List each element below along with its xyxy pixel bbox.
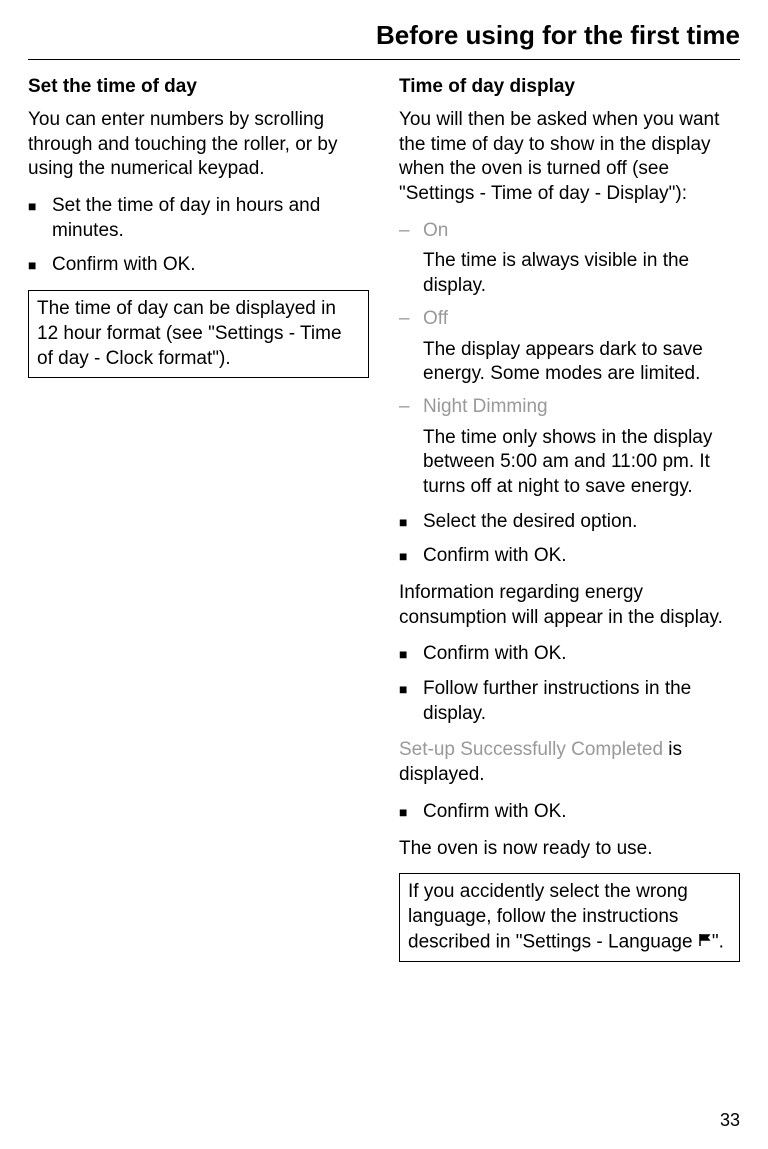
- display-options: On The time is always visible in the dis…: [399, 219, 740, 500]
- option-night-label: Night Dimming: [423, 395, 740, 420]
- step-confirm-3: Confirm with OK.: [399, 800, 740, 825]
- setup-complete-gray: Set-up Successfully Completed: [399, 739, 663, 760]
- left-note-box: The time of day can be displayed in 12 h…: [28, 290, 369, 378]
- language-note-post: ".: [712, 931, 724, 952]
- step-confirm-1: Confirm with OK.: [399, 544, 740, 569]
- option-off-body: The display appears dark to save energy.…: [423, 338, 740, 387]
- language-note-box: If you accidently select the wrong langu…: [399, 873, 740, 961]
- right-steps-1: Select the desired option. Confirm with …: [399, 510, 740, 569]
- energy-info: Information regarding energy consumption…: [399, 581, 740, 630]
- option-off-label: Off: [423, 307, 740, 332]
- content-columns: Set the time of day You can enter number…: [28, 76, 740, 974]
- left-steps: Set the time of day in hours and minutes…: [28, 194, 369, 278]
- left-step-1: Set the time of day in hours and minutes…: [28, 194, 369, 243]
- step-follow: Follow further instructions in the displ…: [399, 677, 740, 726]
- page-number: 33: [720, 1110, 740, 1131]
- option-off: Off The display appears dark to save ene…: [399, 307, 740, 387]
- right-steps-2: Confirm with OK. Follow further instruct…: [399, 642, 740, 726]
- right-steps-3: Confirm with OK.: [399, 800, 740, 825]
- right-intro: You will then be asked when you want the…: [399, 108, 740, 207]
- option-on-label: On: [423, 219, 740, 244]
- left-column: Set the time of day You can enter number…: [28, 76, 369, 974]
- divider: [28, 59, 740, 60]
- flag-icon: [698, 930, 712, 955]
- right-column: Time of day display You will then be ask…: [399, 76, 740, 974]
- oven-ready: The oven is now ready to use.: [399, 837, 740, 862]
- page-title: Before using for the first time: [28, 20, 740, 51]
- left-heading: Set the time of day: [28, 76, 369, 98]
- setup-complete-msg: Set-up Successfully Completed is display…: [399, 738, 740, 787]
- right-heading: Time of day display: [399, 76, 740, 98]
- left-step-2: Confirm with OK.: [28, 253, 369, 278]
- step-select-option: Select the desired option.: [399, 510, 740, 535]
- step-confirm-2: Confirm with OK.: [399, 642, 740, 667]
- option-on: On The time is always visible in the dis…: [399, 219, 740, 299]
- language-note-pre: If you accidently select the wrong langu…: [408, 881, 698, 952]
- left-intro: You can enter numbers by scrolling throu…: [28, 108, 369, 182]
- option-night-dimming: Night Dimming The time only shows in the…: [399, 395, 740, 500]
- option-night-body: The time only shows in the display betwe…: [423, 426, 740, 500]
- option-on-body: The time is always visible in the displa…: [423, 249, 740, 298]
